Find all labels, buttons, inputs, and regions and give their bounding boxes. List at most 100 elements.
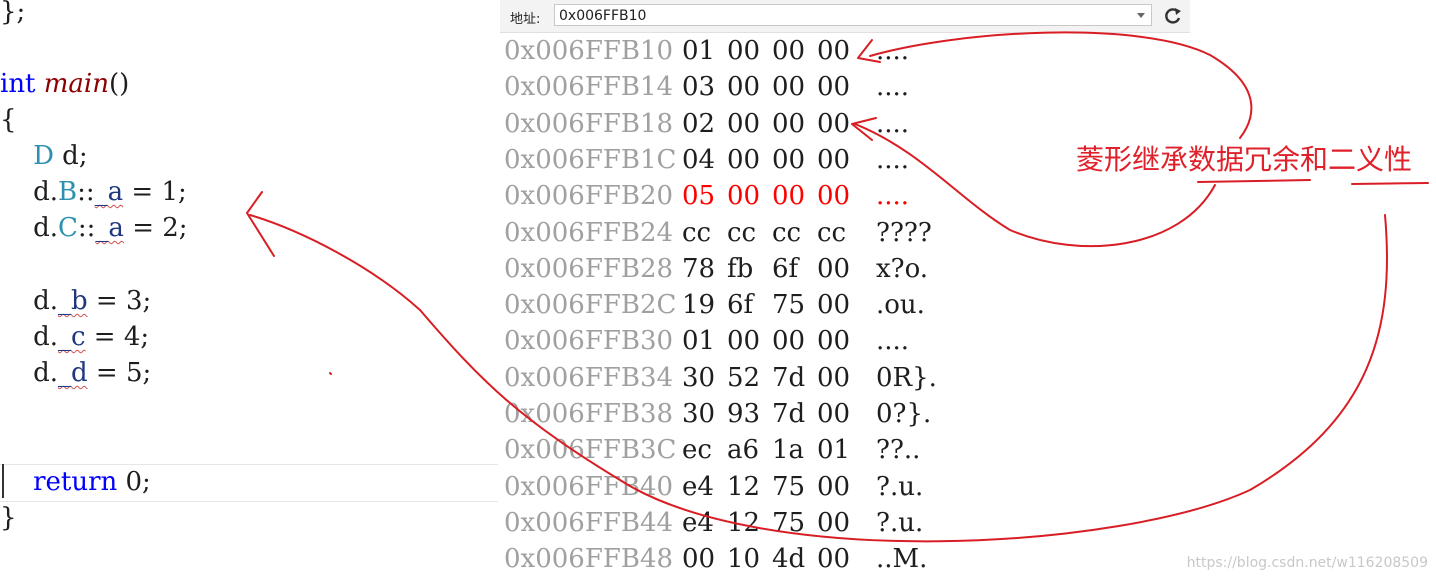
code-token: d. (33, 213, 58, 243)
memory-byte: 00 (772, 72, 806, 103)
memory-row[interactable]: 0x006FFB10 01 00 00 00.... (500, 33, 1000, 69)
code-line: { (0, 102, 17, 138)
memory-row[interactable]: 0x006FFB1C 04 00 00 00.... (500, 142, 1000, 178)
memory-byte: 19 (682, 290, 716, 321)
refresh-icon[interactable] (1162, 5, 1184, 27)
memory-row[interactable]: 0x006FFB30 01 00 00 00.... (500, 323, 1000, 359)
code-token: _a (94, 177, 124, 207)
memory-row[interactable]: 0x006FFB38 30 93 7d 00 0?}. (500, 396, 1000, 432)
memory-byte: 00 (772, 181, 806, 212)
memory-byte: 7d (772, 399, 806, 429)
memory-address: 0x006FFB38 (504, 399, 674, 429)
memory-row[interactable]: 0x006FFB40 e4 12 75 00 ?.u. (500, 469, 1000, 505)
memory-byte: 6f (727, 290, 754, 321)
memory-row[interactable]: 0x006FFB3C ec a6 1a 01??.. (500, 432, 1000, 468)
code-line: d._b = 3; (0, 283, 151, 319)
memory-window: 地址: 0x006FFB10 0x006FFB10 01 00 00 00.... 0x0… (500, 0, 1436, 577)
memory-row[interactable]: 0x006FFB24 cc cc cc cc???? (500, 215, 1000, 251)
memory-ascii: ?.u. (876, 471, 924, 502)
memory-byte: 1a (772, 435, 805, 466)
address-bar: 地址: 0x006FFB10 (500, 0, 1190, 33)
memory-byte: 00 (817, 544, 851, 575)
memory-byte: 00 (817, 471, 851, 502)
memory-byte: 10 (727, 544, 761, 575)
memory-byte: 00 (772, 36, 806, 66)
memory-byte: 4d (772, 544, 806, 575)
code-token: = 1; (123, 177, 187, 207)
memory-ascii: .... (876, 326, 910, 357)
memory-byte: a6 (727, 435, 760, 466)
memory-row[interactable]: 0x006FFB28 78 fb 6f 00 x?o. (500, 251, 1000, 287)
memory-address: 0x006FFB10 (504, 36, 674, 66)
code-token: :: (77, 177, 95, 207)
memory-byte: e4 (682, 507, 714, 538)
address-input[interactable]: 0x006FFB10 (554, 4, 1152, 26)
code-token: _a (95, 213, 124, 243)
memory-byte: 00 (817, 507, 851, 538)
memory-byte: ec (682, 435, 712, 466)
code-token: = 4; (85, 322, 150, 352)
memory-byte: 30 (682, 399, 716, 429)
memory-address: 0x006FFB30 (504, 326, 674, 357)
memory-address: 0x006FFB18 (504, 108, 674, 139)
memory-address: 0x006FFB14 (504, 72, 674, 103)
memory-byte: 03 (682, 72, 716, 103)
memory-ascii: .... (876, 72, 910, 103)
code-token: d; (53, 141, 88, 171)
chevron-down-icon[interactable] (1137, 13, 1145, 18)
memory-byte: 78 (682, 253, 716, 284)
memory-ascii: ?.u. (876, 507, 924, 538)
memory-address: 0x006FFB20 (504, 181, 674, 212)
code-line: int main() (0, 66, 129, 102)
memory-ascii: .... (876, 36, 910, 66)
code-token: d. (33, 322, 58, 352)
code-line: D d; (0, 138, 88, 174)
memory-byte: 00 (817, 144, 851, 175)
memory-row[interactable]: 0x006FFB18 02 00 00 00.... (500, 106, 1000, 142)
memory-byte: 30 (682, 362, 716, 393)
memory-row[interactable]: 0x006FFB48 00 10 4d 00 ..M. (500, 541, 1000, 577)
code-line: d._c = 4; (0, 319, 149, 355)
memory-row[interactable]: 0x006FFB2C 19 6f 75 00 .ou. (500, 287, 1000, 323)
code-token: _c (57, 322, 86, 352)
code-token: main (43, 69, 109, 99)
watermark: https://blog.csdn.net/w116208509 (1186, 555, 1428, 571)
memory-row[interactable]: 0x006FFB14 03 00 00 00.... (500, 69, 1000, 105)
address-label: 地址: (510, 12, 541, 27)
code-line: d.B::_a = 1; (0, 174, 187, 210)
memory-byte: 6f (772, 253, 799, 284)
code-token: d. (33, 286, 58, 316)
memory-byte: e4 (682, 471, 714, 502)
code-token: _b (57, 286, 88, 316)
memory-row[interactable]: 0x006FFB20 05 00 00 00.... (500, 178, 1000, 214)
memory-row[interactable]: 0x006FFB44 e4 12 75 00 ?.u. (500, 505, 1000, 541)
memory-byte: 00 (727, 181, 761, 212)
memory-byte: 75 (772, 507, 806, 538)
memory-byte: 01 (682, 36, 716, 66)
memory-byte: 00 (817, 108, 851, 139)
memory-byte: 00 (817, 326, 851, 357)
memory-ascii: ???? (876, 217, 932, 248)
code-line: } (0, 500, 17, 536)
code-token: { (0, 105, 17, 135)
code-token: return (33, 467, 118, 497)
code-token: } (0, 503, 17, 533)
memory-row[interactable]: 0x006FFB34 30 52 7d 00 0R}. (500, 360, 1000, 396)
memory-byte: 00 (817, 362, 851, 393)
code-line: }; (0, 0, 25, 30)
memory-byte: 12 (727, 471, 761, 502)
memory-byte: 00 (817, 181, 851, 212)
memory-address: 0x006FFB44 (504, 507, 674, 538)
memory-address: 0x006FFB3C (504, 435, 677, 466)
memory-address: 0x006FFB34 (504, 362, 674, 393)
code-editor[interactable]: }; int main() { D d; d.B::_a = 1; d.C::_… (0, 0, 498, 577)
memory-ascii: .... (876, 144, 910, 175)
memory-byte: 01 (682, 326, 716, 357)
annotation-label: 菱形继承数据冗余和二义性 (1076, 143, 1413, 176)
